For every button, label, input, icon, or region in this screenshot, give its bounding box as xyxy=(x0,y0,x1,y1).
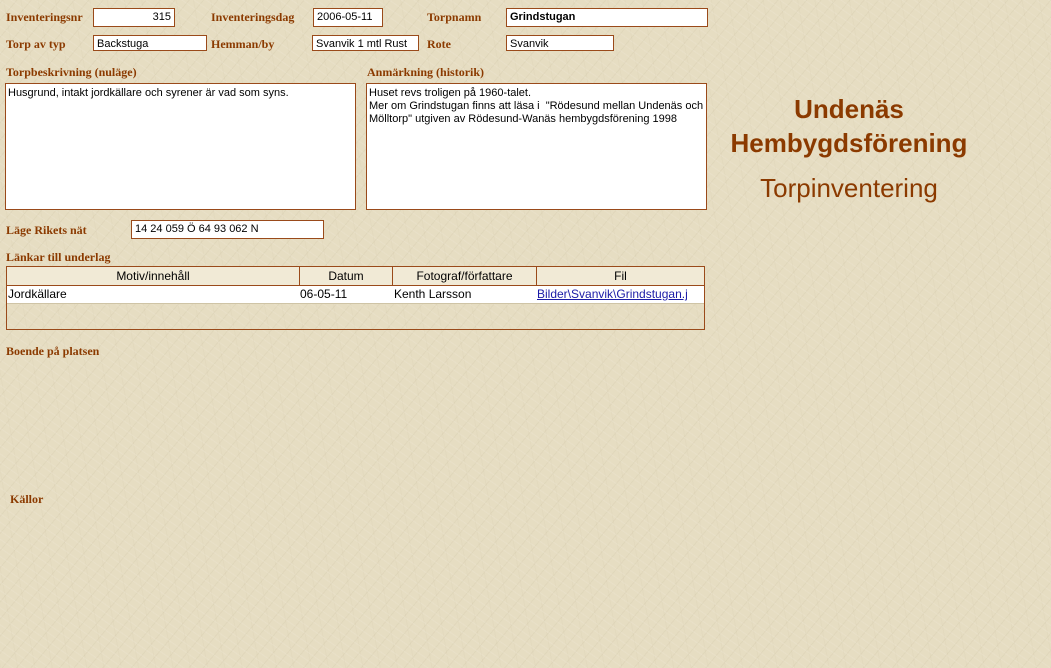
column-header-motiv[interactable]: Motiv/innehåll xyxy=(7,267,300,285)
column-header-fil[interactable]: Fil xyxy=(537,267,704,285)
title-subtitle: Torpinventering xyxy=(760,173,938,203)
torpbeskrivning-memo[interactable]: Husgrund, intakt jordkällare och syrener… xyxy=(5,83,356,210)
boende-label: Boende på platsen xyxy=(6,344,100,358)
lage-rikets-nat-field[interactable]: 14 24 059 Ö 64 93 062 N xyxy=(131,220,324,239)
cell-fotograf[interactable]: Kenth Larsson xyxy=(393,286,537,303)
cell-fil-link[interactable]: Bilder\Svanvik\Grindstugan.j xyxy=(537,286,704,303)
title-block: Undenäs Hembygdsförening Torpinventering xyxy=(712,92,986,203)
kallor-label: Källor xyxy=(10,492,44,506)
torp-av-typ-field[interactable]: Backstuga xyxy=(93,35,207,51)
title-line-2: Hembygdsförening xyxy=(730,128,968,158)
hemman-by-label: Hemman/by xyxy=(211,37,275,51)
anmarkning-label: Anmärkning (historik) xyxy=(367,65,485,79)
cell-datum[interactable]: 06-05-11 xyxy=(300,286,393,303)
torpnamn-field[interactable]: Grindstugan xyxy=(506,8,708,27)
rote-label: Rote xyxy=(427,37,451,51)
inventeringsnr-field[interactable]: 315 xyxy=(93,8,175,27)
rote-field[interactable]: Svanvik xyxy=(506,35,614,51)
title-line-1: Undenäs xyxy=(794,94,904,124)
anmarkning-memo[interactable]: Huset revs troligen på 1960-talet. Mer o… xyxy=(366,83,707,210)
column-header-datum[interactable]: Datum xyxy=(300,267,393,285)
links-subform: Motiv/innehåll Datum Fotograf/författare… xyxy=(6,266,705,330)
cell-motiv[interactable]: Jordkällare xyxy=(7,286,300,303)
inventeringsdag-field[interactable]: 2006-05-11 xyxy=(313,8,383,27)
torpbeskrivning-label: Torpbeskrivning (nuläge) xyxy=(6,65,137,79)
inventeringsnr-label: Inventeringsnr xyxy=(6,10,83,24)
torpnamn-label: Torpnamn xyxy=(427,10,482,24)
table-row[interactable]: Jordkällare 06-05-11 Kenth Larsson Bilde… xyxy=(7,286,704,304)
column-header-fotograf[interactable]: Fotograf/författare xyxy=(393,267,537,285)
links-header-row: Motiv/innehåll Datum Fotograf/författare… xyxy=(7,267,704,286)
lage-rikets-nat-label: Läge Rikets nät xyxy=(6,223,87,237)
inventeringsdag-label: Inventeringsdag xyxy=(211,10,295,24)
torp-av-typ-label: Torp av typ xyxy=(6,37,66,51)
lankar-label: Länkar till underlag xyxy=(6,250,111,264)
hemman-by-field[interactable]: Svanvik 1 mtl Rust xyxy=(312,35,419,51)
